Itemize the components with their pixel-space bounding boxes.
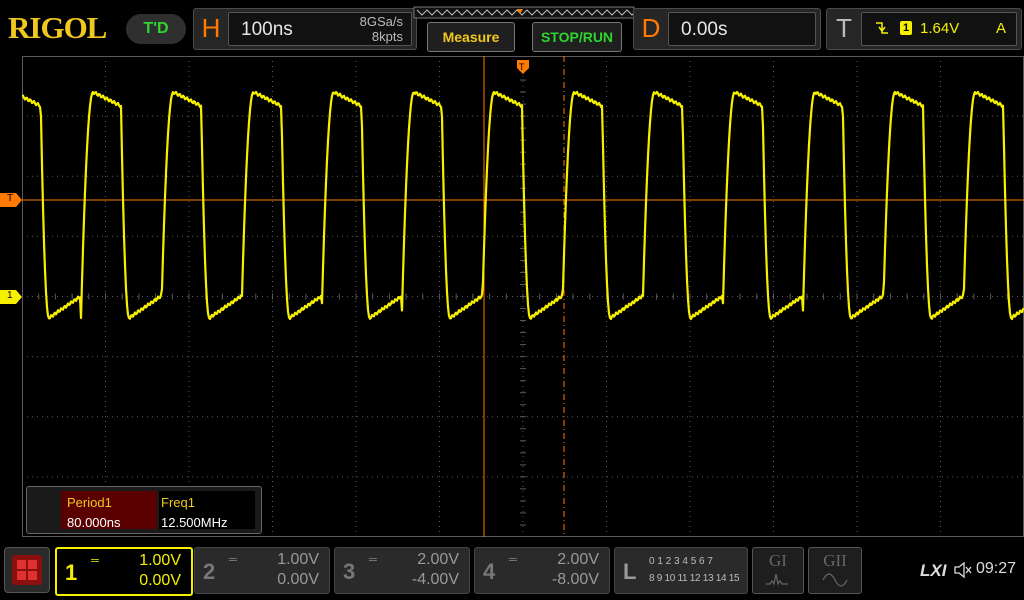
channel1-marker-label: 1 <box>7 290 13 301</box>
generator1-button[interactable]: GI <box>752 547 804 594</box>
logic-channels-row2: 8 9 10 11 12 13 14 15 <box>649 573 740 584</box>
generator2-label: GII <box>823 551 847 570</box>
trigger-label: T <box>836 13 852 43</box>
channel2-offset: 0.00V <box>277 571 319 588</box>
horizontal-panel[interactable]: H 100ns 8GSa/s 8kpts <box>193 8 417 50</box>
channel3-offset: -4.00V <box>411 571 459 588</box>
logic-channels-row1: 0 1 2 3 4 5 6 7 <box>649 556 713 567</box>
logic-analyzer-button[interactable]: L 0 1 2 3 4 5 6 7 8 9 10 11 12 13 14 15 <box>614 547 748 594</box>
channel1-button[interactable]: 1 ═ 1.00V 0.00V <box>55 547 193 596</box>
measurement-panel[interactable]: Period1 Freq1 80.000ns 12.500MHz <box>26 486 262 534</box>
channel3-scale: 2.00V <box>417 551 459 568</box>
logic-label: L <box>623 559 637 584</box>
channel4-scale: 2.00V <box>557 551 599 568</box>
channel4-button[interactable]: 4 ═ 2.00V -8.00V <box>474 547 610 594</box>
dc-coupling-icon: ═ <box>229 554 237 566</box>
measurement-value-period: 80.000ns <box>67 515 121 530</box>
horizontal-label: H <box>201 13 221 43</box>
waveform-canvas: T <box>21 55 1024 538</box>
sinc-wave-icon <box>765 572 791 593</box>
delay-readout: 0.00s <box>668 12 816 46</box>
delay-label: D <box>641 13 661 43</box>
channel2-button[interactable]: 2 ═ 1.00V 0.00V <box>194 547 330 594</box>
trigger-readout: 1 1.64V A <box>861 12 1017 46</box>
trigger-level: 1.64V <box>920 20 960 37</box>
trigger-status-badge: T'D <box>126 14 186 44</box>
channel2-scale: 1.00V <box>277 551 319 568</box>
measurement-header-freq: Freq1 <box>161 495 195 510</box>
channel1-number: 1 <box>65 560 78 585</box>
memory-depth: 8kpts <box>371 29 403 44</box>
trigger-marker-label: T <box>7 193 14 204</box>
channel3-button[interactable]: 3 ═ 2.00V -4.00V <box>334 547 470 594</box>
falling-edge-icon <box>874 20 890 41</box>
channel4-number: 4 <box>483 559 496 584</box>
lxi-logo: LXI <box>920 561 947 580</box>
brand-logo: RIGOL <box>8 10 107 45</box>
waveform-display[interactable]: T <box>21 55 1024 538</box>
stop-run-button[interactable]: STOP/RUN <box>532 22 622 52</box>
horizontal-readout: 100ns 8GSa/s 8kpts <box>228 12 412 46</box>
speaker-muted-icon[interactable] <box>953 561 973 584</box>
measurement-header-period: Period1 <box>67 495 112 510</box>
trigger-source-badge: 1 <box>900 21 912 35</box>
grid-menu-icon <box>12 555 42 585</box>
dc-coupling-icon: ═ <box>91 555 99 567</box>
top-bar: RIGOL T'D H 100ns 8GSa/s 8kpts Measure S… <box>0 0 1024 56</box>
channel4-offset: -8.00V <box>551 571 599 588</box>
delay-value: 0.00s <box>681 19 728 40</box>
channel1-marker[interactable]: 1 <box>0 290 22 309</box>
sine-wave-icon <box>822 572 848 593</box>
sample-rate: 8GSa/s <box>359 14 403 29</box>
generator2-button[interactable]: GII <box>808 547 862 594</box>
menu-button[interactable] <box>4 547 50 593</box>
trigger-mode: A <box>995 20 1006 37</box>
trigger-top-marker-label: T <box>519 62 525 72</box>
measure-button[interactable]: Measure <box>427 22 515 52</box>
dc-coupling-icon: ═ <box>369 554 377 566</box>
measurement-value-freq: 12.500MHz <box>161 515 228 530</box>
delay-panel[interactable]: D 0.00s <box>633 8 821 50</box>
clock-time: 09:27 <box>976 560 1017 577</box>
generator1-label: GI <box>769 551 787 570</box>
timebase-value: 100ns <box>241 19 293 40</box>
dc-coupling-icon: ═ <box>509 554 517 566</box>
channel1-scale: 1.00V <box>139 552 181 569</box>
trigger-position-indicator <box>413 6 648 20</box>
channel2-number: 2 <box>203 559 216 584</box>
channel1-offset: 0.00V <box>139 572 181 589</box>
trigger-level-marker[interactable]: T <box>0 193 22 212</box>
channel3-number: 3 <box>343 559 356 584</box>
trigger-panel[interactable]: T 1 1.64V A <box>826 8 1022 50</box>
